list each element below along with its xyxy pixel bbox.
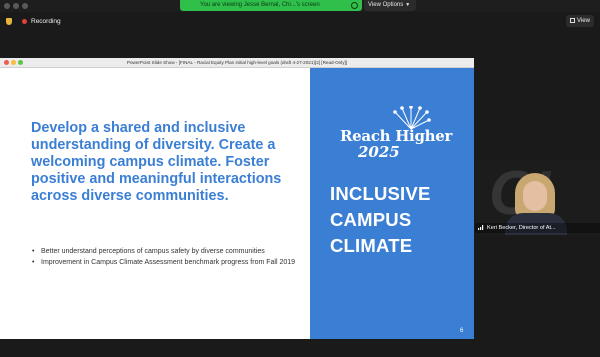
slideshow-title-bar: PowerPoint Slide Show - [FINAL - Racial …: [0, 58, 474, 68]
slide-heading: Develop a shared and inclusive understan…: [31, 120, 282, 204]
connection-signal-icon: [478, 225, 484, 230]
logo-text-line2: 2025: [358, 143, 400, 161]
slide-bullet-list: Better understand perceptions of campus …: [31, 248, 301, 269]
recording-dot-icon: [22, 18, 27, 24]
slide: Develop a shared and inclusive understan…: [0, 68, 474, 339]
slide-number: 6: [460, 328, 464, 334]
slide-bullet-item: Better understand perceptions of campus …: [31, 248, 301, 257]
slide-bullet-item: Improvement in Campus Climate Assessment…: [31, 259, 301, 268]
slide-title-panel: Reach Higher 2025 INCLUSIVE CAMPUS CLIMA…: [310, 68, 474, 339]
recording-label: Recording: [31, 17, 61, 25]
window-zoom-button[interactable]: [22, 3, 28, 9]
window-top-bar: You are viewing Jesse Bernal, Chi...'s s…: [0, 0, 600, 12]
participant-video-tile[interactable]: C I Keri Becker, Director of At...: [475, 161, 600, 235]
reach-higher-logo: Reach Higher 2025: [336, 106, 452, 166]
window-minimize-button[interactable]: [13, 3, 19, 9]
view-button[interactable]: View: [566, 15, 594, 27]
screen-share-banner: You are viewing Jesse Bernal, Chi...'s s…: [180, 0, 362, 11]
share-status-icon: [351, 2, 358, 9]
chevron-down-icon: ▼: [405, 2, 411, 8]
participant-name-label: Keri Becker, Director of At...: [475, 223, 600, 233]
shared-slideshow-window: PowerPoint Slide Show - [FINAL - Racial …: [0, 58, 474, 339]
slide-content-panel: Develop a shared and inclusive understan…: [0, 68, 310, 339]
grid-view-icon: [570, 18, 576, 23]
zoom-meeting-window: You are viewing Jesse Bernal, Chi...'s s…: [0, 0, 600, 357]
security-shield-icon[interactable]: [6, 17, 12, 25]
participant-face: [523, 181, 547, 211]
screen-share-banner-text: You are viewing Jesse Bernal, Chi...'s s…: [200, 2, 320, 8]
participant-name: Keri Becker, Director of At...: [487, 225, 556, 231]
window-close-button[interactable]: [4, 3, 10, 9]
recording-indicator[interactable]: Recording: [6, 16, 61, 26]
view-button-label: View: [577, 18, 590, 24]
slideshow-window-title: PowerPoint Slide Show - [FINAL - Racial …: [126, 60, 348, 65]
slide-section-title: INCLUSIVE CAMPUS CLIMATE: [330, 183, 431, 256]
view-options-label: View Options: [368, 2, 404, 8]
logo-text-line1: Reach Higher: [340, 127, 453, 145]
view-options-button[interactable]: View Options ▼: [364, 0, 416, 11]
